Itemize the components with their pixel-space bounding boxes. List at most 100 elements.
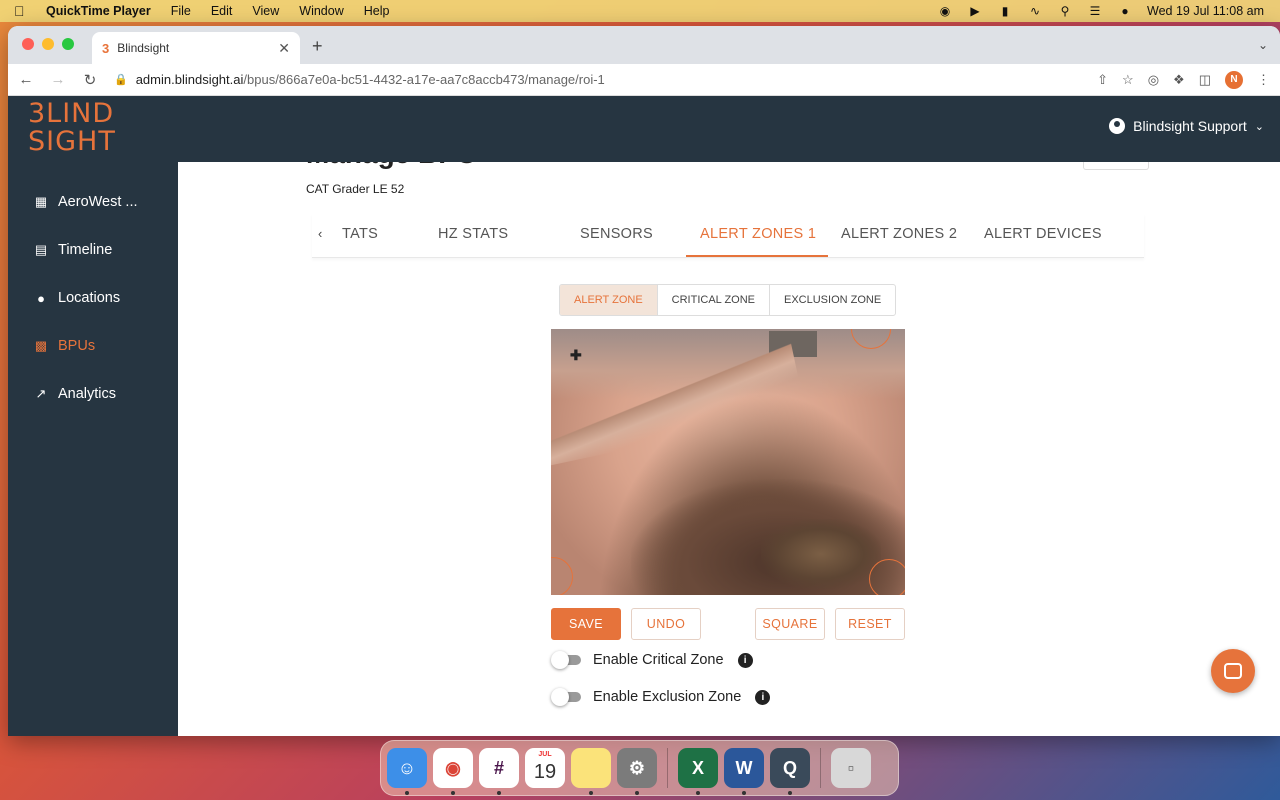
sidebar-item-label: Analytics (58, 386, 117, 402)
sidebar-item-bpus[interactable]: ▩ BPUs (8, 322, 178, 370)
manage-tabs: ‹ TATS HZ STATS SENSORS ALERT ZONES 1 AL… (312, 214, 1144, 258)
enable-exclusion-zone-switch[interactable] (551, 688, 583, 706)
window-controls (22, 38, 74, 50)
reset-button[interactable]: RESET (835, 608, 905, 640)
tab-alert-zones-1[interactable]: ALERT ZONES 1 (700, 226, 816, 242)
system-settings-icon[interactable]: ⚙ (617, 748, 657, 795)
undo-button[interactable]: UNDO (631, 608, 701, 640)
profile-avatar[interactable]: N (1225, 70, 1243, 89)
play-icon[interactable]: ▶ (967, 4, 983, 18)
blindsight-logo[interactable]: 3LIND SIGHT (28, 100, 116, 156)
exclusion-zone-button[interactable]: EXCLUSION ZONE (770, 285, 895, 315)
bookmark-star-icon[interactable]: ☆ (1122, 72, 1134, 88)
tab-sensors[interactable]: SENSORS (580, 226, 653, 242)
sidebar-item-analytics[interactable]: ↗ Analytics (8, 370, 178, 418)
page-title: Manage BPU (306, 162, 477, 170)
menu-file[interactable]: File (171, 4, 191, 18)
share-icon[interactable]: ⇧ (1097, 72, 1108, 88)
tab-search-chevron-icon[interactable]: ⌄ (1258, 38, 1268, 52)
zoom-window-button[interactable] (62, 38, 74, 50)
siri-icon[interactable]: ● (1117, 4, 1133, 18)
sidebar-item-aerowest[interactable]: ▦ AeroWest ... (8, 178, 178, 226)
battery-icon[interactable]: ▮ (997, 4, 1013, 18)
spotlight-icon[interactable]: ⚲ (1057, 4, 1073, 18)
tab-alert-zones-2[interactable]: ALERT ZONES 2 (841, 226, 957, 242)
zone-handle-bottom-left[interactable] (551, 557, 573, 595)
chart-icon: ↗ (35, 386, 47, 401)
control-center-icon[interactable]: ☰ (1087, 4, 1103, 18)
alert-zone-button[interactable]: ALERT ZONE (560, 285, 658, 315)
tab-title: Blindsight (117, 41, 170, 55)
close-window-button[interactable] (22, 38, 34, 50)
dock-separator (820, 748, 821, 788)
app-header: 3LIND SIGHT Blindsight Support ⌄ (8, 96, 1280, 162)
trash-icon[interactable]: ▫ (831, 748, 871, 788)
tab-alert-devices[interactable]: ALERT DEVICES (984, 226, 1102, 242)
main-content: Manage BPU CAT Grader LE 52 ‹ TATS HZ ST… (178, 162, 1280, 736)
user-menu[interactable]: Blindsight Support ⌄ (1109, 118, 1264, 134)
menu-view[interactable]: View (252, 4, 279, 18)
close-tab-icon[interactable]: ✕ (278, 40, 290, 57)
sidebar-item-label: Timeline (58, 242, 113, 258)
reload-icon[interactable]: ↻ (82, 71, 98, 89)
calendar-icon[interactable]: JUL 19 (525, 748, 565, 788)
browser-toolbar: ← → ↻ 🔒 admin.blindsight.ai /bpus/866a7e… (8, 64, 1280, 96)
screen-record-icon[interactable]: ◉ (937, 4, 953, 18)
extension-lens-icon[interactable]: ◎ (1148, 72, 1159, 88)
menu-edit[interactable]: Edit (211, 4, 233, 18)
enable-critical-zone-switch[interactable] (551, 651, 583, 669)
logo-line-1: 3LIND (28, 98, 115, 129)
tab-hz-stats[interactable]: HZ STATS (438, 226, 508, 242)
menu-help[interactable]: Help (364, 4, 390, 18)
lock-icon[interactable]: 🔒 (114, 73, 128, 86)
side-panel-icon[interactable]: ◫ (1199, 72, 1211, 88)
macos-dock: ☺ ◉ # JUL 19 ⚙ X W Q ▫ (380, 740, 899, 796)
browser-menu-icon[interactable]: ⋮ (1257, 72, 1270, 88)
url-host: admin.blindsight.ai (135, 72, 244, 87)
sidebar-item-timeline[interactable]: ▤ Timeline (8, 226, 178, 274)
chevron-left-icon[interactable]: ‹ (318, 226, 322, 241)
page-subtitle: CAT Grader LE 52 (306, 182, 405, 196)
new-tab-icon[interactable]: + (312, 36, 323, 57)
wifi-icon[interactable]: ∿ (1027, 4, 1043, 18)
browser-window: 3 Blindsight ✕ + ⌄ ← → ↻ 🔒 admin.blindsi… (8, 26, 1280, 736)
apple-menu-icon[interactable]:  (14, 3, 32, 19)
tab-strip: 3 Blindsight ✕ + ⌄ (8, 26, 1280, 64)
support-chat-button[interactable] (1211, 649, 1255, 693)
menu-window[interactable]: Window (299, 4, 343, 18)
square-button[interactable]: SQUARE (755, 608, 825, 640)
tab-stats[interactable]: TATS (342, 226, 378, 242)
building-icon: ▦ (34, 194, 48, 209)
camera-feed-canvas[interactable]: ✚ (551, 329, 905, 595)
info-icon[interactable]: i (737, 652, 753, 668)
info-icon[interactable]: i (755, 689, 771, 705)
word-icon[interactable]: W (724, 748, 764, 795)
macos-menu-bar:  QuickTime Player File Edit View Window… (0, 0, 1280, 22)
forward-icon[interactable]: → (50, 71, 66, 88)
minimize-window-button[interactable] (42, 38, 54, 50)
sidebar-item-locations[interactable]: ● Locations (8, 274, 178, 322)
finder-icon[interactable]: ☺ (387, 748, 427, 795)
enable-exclusion-zone-label: Enable Exclusion Zone (593, 689, 742, 705)
extensions-puzzle-icon[interactable]: ❖ (1173, 72, 1185, 88)
chrome-icon[interactable]: ◉ (433, 748, 473, 795)
slack-icon[interactable]: # (479, 748, 519, 795)
address-bar[interactable]: 🔒 admin.blindsight.ai /bpus/866a7e0a-bc5… (114, 72, 1081, 87)
excel-icon[interactable]: X (678, 748, 718, 795)
logo-line-2: SIGHT (28, 126, 116, 157)
toolbar-icons: ⇧ ☆ ◎ ❖ ◫ N ⋮ (1097, 70, 1270, 89)
blindsight-app: 3LIND SIGHT Blindsight Support ⌄ ▦ AeroW… (8, 96, 1280, 736)
browser-tab[interactable]: 3 Blindsight ✕ (92, 32, 300, 64)
save-button[interactable]: SAVE (551, 608, 621, 640)
menu-clock[interactable]: Wed 19 Jul 11:08 am (1147, 4, 1264, 18)
quicktime-icon[interactable]: Q (770, 748, 810, 795)
notes-icon[interactable] (571, 748, 611, 795)
header-action-button[interactable] (1083, 162, 1149, 170)
zone-handle-bottom-right[interactable] (869, 559, 905, 595)
app-menu-name[interactable]: QuickTime Player (46, 4, 151, 18)
url-path: /bpus/866a7e0a-bc51-4432-a17e-aa7c8accb4… (243, 72, 605, 87)
critical-zone-button[interactable]: CRITICAL ZONE (658, 285, 770, 315)
back-icon[interactable]: ← (18, 71, 34, 88)
camera-machine-part (761, 519, 881, 589)
favicon-icon: 3 (102, 40, 110, 56)
